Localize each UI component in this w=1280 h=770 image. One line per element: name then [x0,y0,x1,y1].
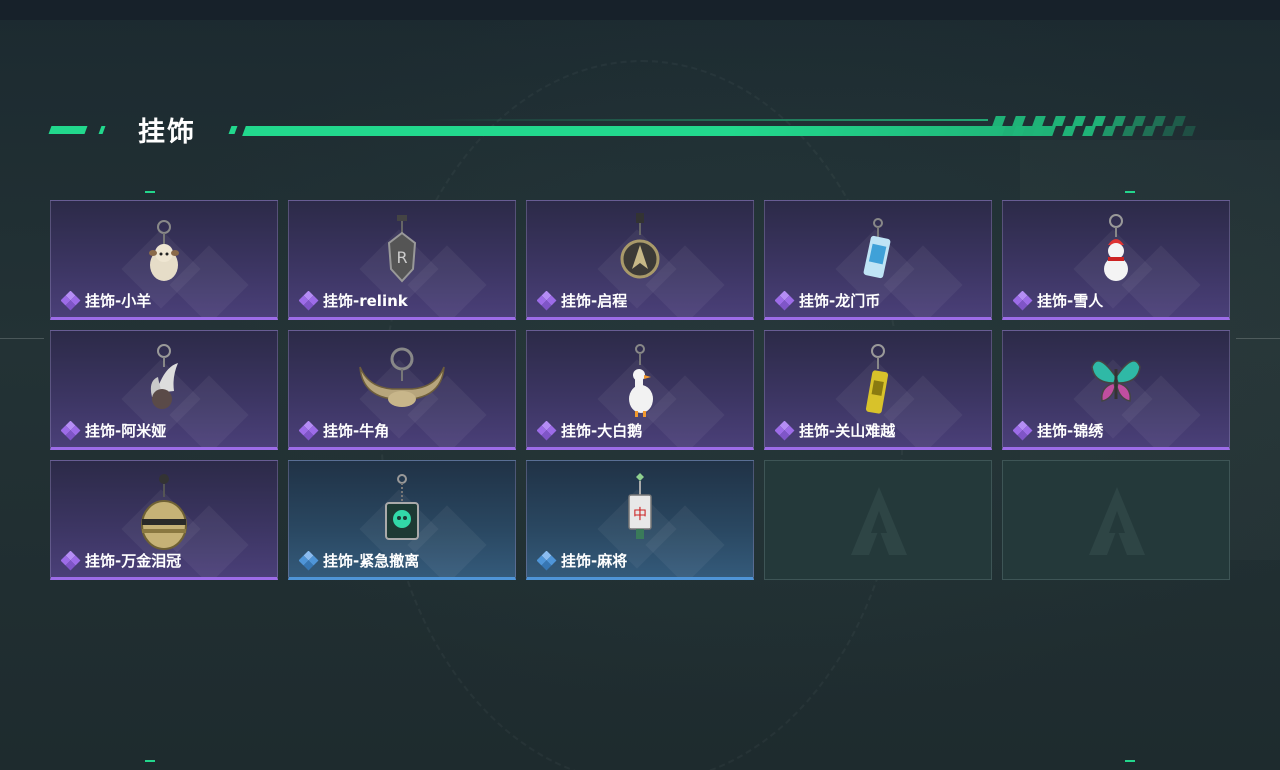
charm-label: 挂饰-牛角 [299,420,389,441]
snowman-charm-icon [1104,214,1128,281]
corner-tick-top-left [145,191,155,193]
charm-name: 挂饰-紧急撤离 [323,552,420,570]
charm-name: 挂饰-小羊 [85,292,152,310]
rarity-diamond-icon [1013,420,1033,440]
header-thin-line [428,119,988,121]
lamb-charm-icon [149,220,179,281]
section-header: 挂饰 [48,106,1208,150]
charm-label: 挂饰-阿米娅 [61,420,166,441]
charm-name: 挂饰-大白鹅 [561,422,643,440]
charm-name: 挂饰-雪人 [1037,292,1104,310]
charm-card[interactable]: 挂饰-关山难越 [764,330,992,450]
header-accent-bar [242,126,1056,136]
amiya-charm-icon [150,344,178,409]
rarity-diamond-icon [299,290,319,310]
longmen-coin-charm-icon [863,218,891,279]
header-accent-dash [98,126,106,134]
battery-charm-icon [865,344,889,414]
left-edge-line [0,338,44,339]
charm-label: 挂饰-大白鹅 [537,420,642,441]
charm-card[interactable]: 挂饰-大白鹅 [526,330,754,450]
charm-card[interactable]: 挂饰-阿米娅 [50,330,278,450]
rarity-diamond-icon [537,550,557,570]
charm-card[interactable]: 挂饰-万金泪冠 [50,460,278,580]
charm-name: 挂饰-关山难越 [799,422,896,440]
charm-label: 挂饰-锦绣 [1013,420,1103,441]
charm-name: 挂饰-牛角 [323,422,390,440]
charm-name: 挂饰-麻将 [561,552,628,570]
rarity-diamond-icon [61,290,81,310]
top-bar [0,0,1280,20]
charm-card[interactable]: 挂饰-龙门币 [764,200,992,320]
header-checker-pattern [992,116,1204,136]
bull-horn-charm-icon [359,347,445,407]
charm-label: 挂饰-雪人 [1013,290,1103,311]
game-logo-icon [851,487,907,555]
charm-label: 挂饰-启程 [537,290,627,311]
corner-tick-bottom-left [145,760,155,762]
charm-card[interactable]: 中 挂饰-麻将 [526,460,754,580]
rarity-diamond-icon [775,420,795,440]
charm-label: 挂饰-万金泪冠 [61,550,181,571]
charm-name: 挂饰-锦绣 [1037,422,1104,440]
header-accent-dash [48,126,88,134]
rarity-diamond-icon [299,420,319,440]
charm-card[interactable]: 挂饰-紧急撤离 [288,460,516,580]
charm-name: 挂饰-启程 [561,292,628,310]
departure-charm-icon [620,213,660,279]
charm-label: 挂饰-小羊 [61,290,151,311]
charm-label: 挂饰-关山难越 [775,420,895,441]
charm-grid: 挂饰-小羊 R 挂饰-relink 挂饰-启程 挂饰-龙门币 挂饰-雪人 挂饰-… [50,200,1230,580]
relink-charm-icon: R [387,215,417,283]
charm-name: 挂饰-万金泪冠 [85,552,182,570]
charm-card[interactable]: 挂饰-锦绣 [1002,330,1230,450]
rarity-diamond-icon [775,290,795,310]
butterfly-charm-icon [1091,360,1141,402]
svg-text:中: 中 [633,507,647,523]
right-edge-line [1236,338,1280,339]
charm-card[interactable]: 挂饰-雪人 [1002,200,1230,320]
charm-label: 挂饰-龙门币 [775,290,880,311]
rarity-diamond-icon [61,420,81,440]
charm-label: 挂饰-relink [299,290,408,311]
charm-label: 挂饰-麻将 [537,550,627,571]
corner-tick-top-right [1125,191,1135,193]
header-accent-dash [228,126,238,134]
white-goose-charm-icon [629,344,653,417]
charm-card[interactable]: 挂饰-启程 [526,200,754,320]
svg-text:R: R [396,248,407,267]
corner-tick-bottom-right [1125,760,1135,762]
empty-slot [1002,460,1230,580]
rarity-diamond-icon [537,290,557,310]
rarity-diamond-icon [61,550,81,570]
golden-crown-charm-icon [141,474,187,550]
rarity-diamond-icon [299,550,319,570]
rarity-diamond-icon [537,420,557,440]
emergency-evac-charm-icon [385,474,419,540]
section-title: 挂饰 [138,117,196,148]
charm-card[interactable]: 挂饰-牛角 [288,330,516,450]
charm-name: 挂饰-relink [323,292,408,310]
game-logo-icon [1089,487,1145,555]
mahjong-charm-icon: 中 [628,473,652,539]
charm-name: 挂饰-阿米娅 [85,422,167,440]
charm-card[interactable]: 挂饰-小羊 [50,200,278,320]
charm-label: 挂饰-紧急撤离 [299,550,419,571]
charm-card[interactable]: R 挂饰-relink [288,200,516,320]
charm-name: 挂饰-龙门币 [799,292,881,310]
rarity-diamond-icon [1013,290,1033,310]
collection-screen: 挂饰 挂饰-小羊 R 挂饰-relink 挂饰-启程 挂饰-龙门币 挂饰-雪人 … [0,0,1280,770]
empty-slot [764,460,992,580]
